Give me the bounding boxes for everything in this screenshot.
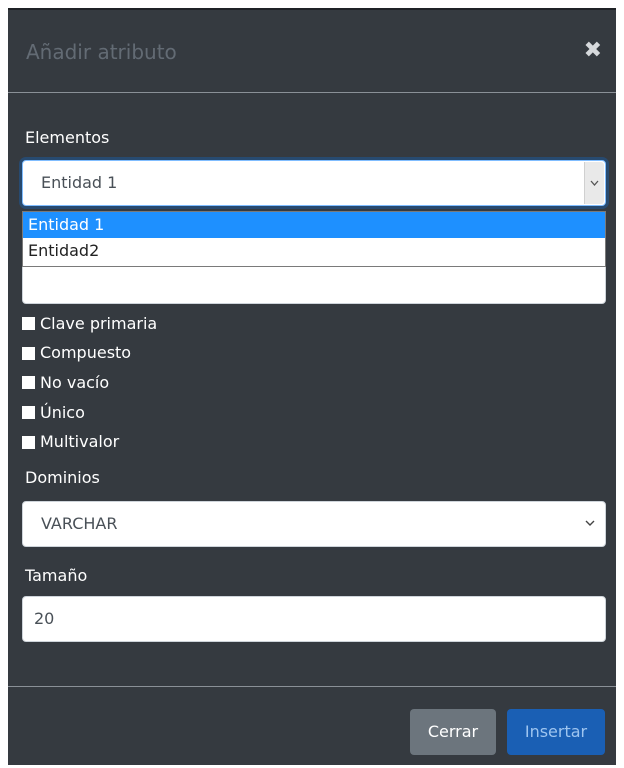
modal-header: Añadir atributo ✖ [8,10,616,93]
dominios-label: Dominios [25,468,100,487]
checkbox-label: Único [40,402,85,422]
dropdown-option-entidad-1[interactable]: Entidad 1 [23,212,605,238]
attribute-options: Clave primaria Compuesto No vacío Único … [22,309,157,457]
checkbox-square[interactable] [22,317,35,331]
checkbox-square[interactable] [22,406,35,420]
elementos-select[interactable]: Entidad 1 [22,160,606,206]
modal-title: Añadir atributo [26,40,177,64]
close-icon[interactable]: ✖ [584,40,602,62]
elementos-label: Elementos [25,128,110,147]
checkbox-multivalor[interactable]: Multivalor [22,427,157,457]
checkbox-label: Clave primaria [40,313,158,333]
chevron-down-icon [584,162,604,204]
chevron-down-icon [583,516,597,530]
modal-footer: Cerrar Insertar [8,686,616,768]
checkbox-label: No vacío [40,372,110,392]
checkbox-square[interactable] [22,346,35,360]
checkbox-compuesto[interactable]: Compuesto [22,339,157,369]
checkbox-no-vacio[interactable]: No vacío [22,368,157,398]
checkbox-square[interactable] [22,376,35,390]
dominios-selected-value: VARCHAR [41,514,118,533]
tamano-input[interactable]: 20 [22,596,606,642]
checkbox-label: Compuesto [40,343,132,363]
close-button[interactable]: Cerrar [410,709,496,755]
checkbox-label: Multivalor [40,432,120,452]
insert-button[interactable]: Insertar [507,709,605,755]
add-attribute-modal: Añadir atributo ✖ Elementos Entidad 1 En… [8,8,616,765]
checkbox-clave-primaria[interactable]: Clave primaria [22,309,157,339]
dominios-select[interactable]: VARCHAR [22,501,606,547]
elementos-dropdown-list: Entidad 1 Entidad2 [22,211,606,267]
dropdown-option-entidad2[interactable]: Entidad2 [23,238,605,264]
checkbox-unico[interactable]: Único [22,398,157,428]
checkbox-square[interactable] [22,435,35,449]
tamano-label: Tamaño [25,566,88,585]
elementos-selected-value: Entidad 1 [41,173,118,192]
